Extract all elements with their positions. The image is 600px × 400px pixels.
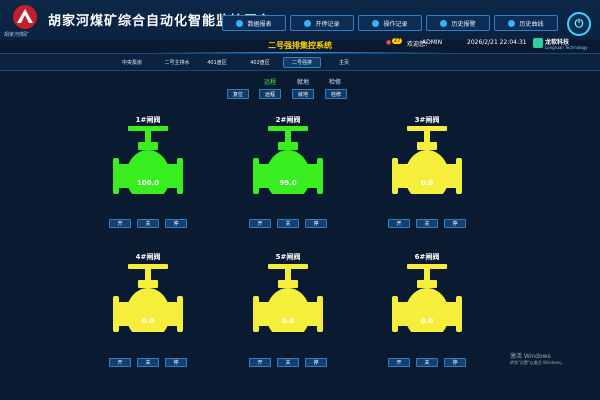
valve-1-stop-button[interactable]: 停 bbox=[165, 219, 187, 228]
tab-bar: 中央泵房 二号主排水 401盘区 402盘区 二号强排 主页 bbox=[0, 53, 600, 71]
logo-caption: 胡家河煤矿 bbox=[4, 32, 30, 38]
valve-3-value: 0.0 bbox=[420, 179, 434, 187]
valve-2-stop-button[interactable]: 停 bbox=[305, 219, 327, 228]
user-name: ADMIN bbox=[422, 39, 443, 46]
windows-activation-watermark: 激活 Windows bbox=[510, 353, 551, 360]
nav-history-alarm-button[interactable]: 历史报警 bbox=[426, 15, 490, 31]
tab-no2-main-drainage[interactable]: 二号主排水 bbox=[155, 57, 199, 68]
top-bar: 胡家河煤矿 胡家河煤矿综合自动化智能监控平台 数据报表 开停记录 操作记录 历史… bbox=[0, 0, 600, 40]
nav-start-stop-record-button[interactable]: 开停记录 bbox=[290, 15, 354, 31]
valve-2-close-button[interactable]: 关 bbox=[277, 219, 299, 228]
valve-4-close-button[interactable]: 关 bbox=[137, 358, 159, 367]
nav-start-stop-label: 开停记录 bbox=[315, 20, 340, 28]
report-icon bbox=[236, 19, 244, 27]
valve-5-value: 0.0 bbox=[281, 317, 295, 325]
valve-3-close-button[interactable]: 关 bbox=[416, 219, 438, 228]
record-icon bbox=[304, 19, 312, 27]
brand-logo-icon bbox=[533, 38, 543, 48]
tab-402-panel[interactable]: 402盘区 bbox=[243, 57, 277, 68]
valve-4-value: 0.0 bbox=[141, 317, 155, 325]
valve-1-value: 100.0 bbox=[136, 179, 160, 187]
valve-2-title: 2#闸阀 bbox=[275, 116, 301, 124]
valve-4-stop-button[interactable]: 停 bbox=[165, 358, 187, 367]
system-title: 二号强排集控系统 bbox=[268, 41, 332, 50]
reset-button[interactable]: 复位 bbox=[227, 89, 249, 99]
nav-history-curve-label: 历史曲线 bbox=[519, 20, 544, 28]
windows-activation-hint: 转到"设置"以激活 Windows。 bbox=[510, 360, 565, 365]
valve-2-open-button[interactable]: 开 bbox=[249, 219, 271, 228]
power-icon[interactable]: ⏻ bbox=[567, 12, 591, 36]
mode-remote-indicator: 远程 bbox=[264, 79, 277, 86]
tab-home[interactable]: 主页 bbox=[330, 57, 358, 68]
valve-3-stop-button[interactable]: 停 bbox=[444, 219, 466, 228]
tab-no2-forced-drainage[interactable]: 二号强排 bbox=[283, 57, 321, 68]
alarm-count-badge: 27 bbox=[392, 38, 403, 44]
valve-5-title: 5#闸阀 bbox=[275, 253, 301, 261]
nav-history-curve-button[interactable]: 历史曲线 bbox=[494, 15, 558, 31]
nav-report-button[interactable]: 数据报表 bbox=[222, 15, 286, 31]
valve-3-open-button[interactable]: 开 bbox=[388, 219, 410, 228]
alarm-bell-icon[interactable]: ● bbox=[386, 39, 391, 46]
local-button[interactable]: 就地 bbox=[292, 89, 314, 99]
tab-central-pump-room[interactable]: 中央泵房 bbox=[112, 57, 152, 68]
maintenance-button[interactable]: 检修 bbox=[325, 89, 347, 99]
valve-6-value: 0.0 bbox=[420, 317, 434, 325]
valve-5-close-button[interactable]: 关 bbox=[277, 358, 299, 367]
nav-operation-label: 操作记录 bbox=[383, 20, 408, 28]
nav-report-label: 数据报表 bbox=[247, 20, 272, 28]
operation-icon bbox=[372, 19, 380, 27]
valve-6-stop-button[interactable]: 停 bbox=[444, 358, 466, 367]
tab-401-panel[interactable]: 401盘区 bbox=[200, 57, 234, 68]
valve-1-open-button[interactable]: 开 bbox=[109, 219, 131, 228]
valve-4-title: 4#闸阀 bbox=[135, 253, 161, 261]
brand-subtitle: Longruan Technology bbox=[545, 45, 588, 50]
valve-3-title: 3#闸阀 bbox=[414, 116, 440, 124]
curve-icon bbox=[508, 19, 516, 27]
valve-6-open-button[interactable]: 开 bbox=[388, 358, 410, 367]
valve-5-open-button[interactable]: 开 bbox=[249, 358, 271, 367]
alarm-icon bbox=[440, 19, 448, 27]
valve-1-close-button[interactable]: 关 bbox=[137, 219, 159, 228]
remote-button[interactable]: 远程 bbox=[259, 89, 281, 99]
datetime: 2026/2/21 22:04:31 bbox=[467, 39, 527, 46]
valve-6-title: 6#闸阀 bbox=[414, 253, 440, 261]
mode-local-indicator: 就地 bbox=[297, 79, 310, 86]
brand: 龙软科技 Longruan Technology bbox=[533, 36, 589, 52]
nav-operation-record-button[interactable]: 操作记录 bbox=[358, 15, 422, 31]
valve-6-close-button[interactable]: 关 bbox=[416, 358, 438, 367]
valve-5-stop-button[interactable]: 停 bbox=[305, 358, 327, 367]
valve-4-open-button[interactable]: 开 bbox=[109, 358, 131, 367]
mode-maintenance-indicator: 检修 bbox=[329, 79, 342, 86]
nav-history-alarm-label: 历史报警 bbox=[451, 20, 476, 28]
valve-2-value: 99.0 bbox=[279, 179, 297, 187]
valve-1-title: 1#闸阀 bbox=[135, 116, 161, 124]
